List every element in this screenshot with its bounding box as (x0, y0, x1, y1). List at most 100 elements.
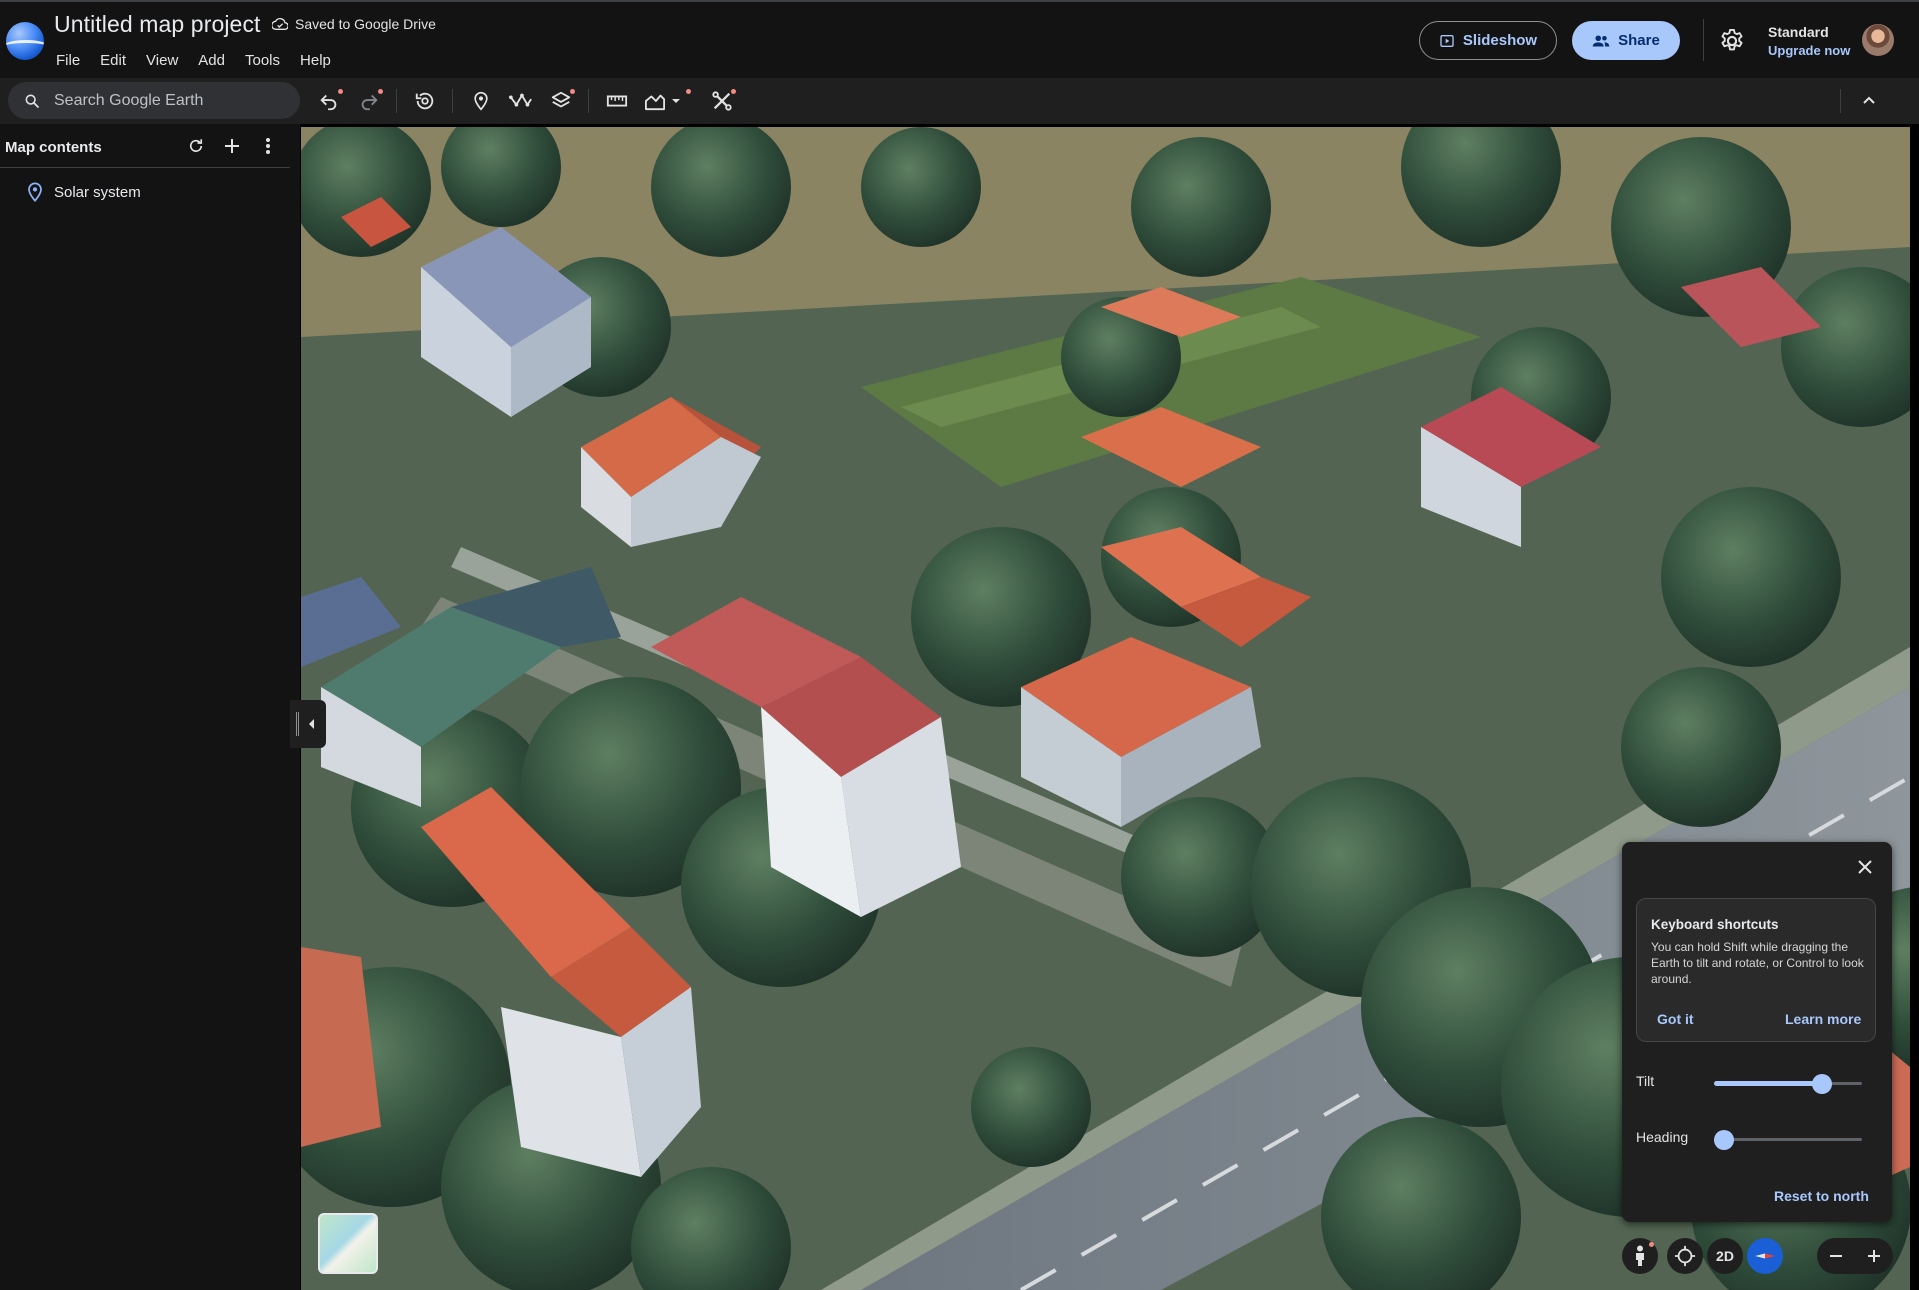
undo-button[interactable] (314, 86, 344, 116)
toolbar-separator (588, 89, 589, 113)
tilt-slider[interactable] (1714, 1074, 1862, 1094)
menu-bar: File Edit View Add Tools Help (46, 51, 341, 71)
menu-view[interactable]: View (136, 51, 188, 71)
tip-title: Keyboard shortcuts (1651, 917, 1779, 932)
panel-title: Map contents (5, 139, 102, 156)
slideshow-button[interactable]: Slideshow (1419, 21, 1557, 60)
zoom-in-icon (1868, 1250, 1880, 1262)
slider-thumb[interactable] (1812, 1074, 1833, 1094)
plan-info: Standard Upgrade now (1768, 24, 1850, 58)
elevation-button[interactable] (644, 86, 691, 116)
tilt-label: Tilt (1636, 1073, 1655, 1089)
map-controls: 2D (1622, 1232, 1893, 1280)
menu-add[interactable]: Add (188, 51, 235, 71)
notification-dot (338, 89, 343, 94)
panel-header: Map contents (0, 124, 290, 168)
reset-to-north-button[interactable]: Reset to north (1774, 1188, 1869, 1204)
slider-thumb[interactable] (1714, 1130, 1734, 1150)
toolbar-separator (452, 89, 453, 113)
layer-item-solar-system[interactable]: Solar system (0, 176, 290, 208)
my-location-icon (1674, 1245, 1696, 1267)
plan-name: Standard (1768, 24, 1829, 40)
custom-tools-icon (712, 91, 732, 111)
measure-button[interactable] (602, 86, 632, 116)
search-box[interactable] (8, 82, 300, 119)
add-path-button[interactable] (506, 86, 536, 116)
save-status: Saved to Google Drive (272, 16, 436, 32)
more-options-button[interactable] (256, 134, 280, 158)
refresh-button[interactable] (184, 134, 208, 158)
undo-icon (320, 94, 337, 111)
pegman-button[interactable] (1622, 1238, 1658, 1274)
close-icon (1858, 860, 1872, 874)
chevron-left-icon (308, 719, 314, 729)
gear-icon (1721, 28, 1743, 51)
add-placemark-icon (474, 91, 488, 111)
notification-dot (378, 89, 383, 94)
menu-help[interactable]: Help (290, 51, 341, 71)
notification-dot (686, 89, 691, 94)
learn-more-link[interactable]: Learn more (1785, 1011, 1861, 1027)
zoom-controls (1817, 1238, 1893, 1274)
settings-button[interactable] (1718, 27, 1746, 55)
drag-grip-icon (295, 712, 299, 736)
navigation-popup: Keyboard shortcuts You can hold Shift wh… (1622, 842, 1892, 1222)
map-style-icon (551, 91, 571, 108)
close-popup-button[interactable] (1854, 856, 1876, 878)
got-it-button[interactable]: Got it (1657, 1011, 1694, 1027)
more-vert-icon (266, 138, 270, 154)
slider-track (1714, 1138, 1862, 1141)
minimap-toggle[interactable] (318, 1213, 378, 1274)
tip-body: You can hold Shift while dragging the Ea… (1651, 940, 1864, 986)
zoom-out-button[interactable] (1817, 1238, 1855, 1274)
project-title[interactable]: Untitled map project (54, 11, 261, 38)
history-button[interactable] (410, 86, 440, 116)
search-input[interactable] (54, 91, 274, 110)
pegman-icon (1636, 1245, 1644, 1266)
toolbar-separator (396, 89, 397, 113)
history-icon (415, 92, 434, 110)
heading-slider[interactable] (1714, 1130, 1862, 1150)
notification-dot (1649, 1242, 1654, 1247)
2d-toggle[interactable]: 2D (1707, 1238, 1743, 1274)
add-path-icon (509, 93, 532, 107)
menu-edit[interactable]: Edit (90, 51, 136, 71)
add-placemark-button[interactable] (466, 86, 496, 116)
keyboard-shortcuts-tip: Keyboard shortcuts You can hold Shift wh… (1636, 898, 1876, 1042)
slideshow-icon (1440, 34, 1454, 47)
header-divider (1703, 19, 1704, 61)
notification-dot (731, 89, 736, 94)
compass-button[interactable] (1747, 1238, 1783, 1274)
google-earth-logo[interactable] (6, 22, 44, 60)
avatar[interactable] (1862, 24, 1894, 56)
chevron-up-icon (1863, 96, 1875, 104)
zoom-out-icon (1830, 1255, 1842, 1257)
cloud-done-icon (272, 17, 288, 30)
redo-button[interactable] (354, 86, 384, 116)
menu-file[interactable]: File (46, 51, 90, 71)
save-status-text: Saved to Google Drive (295, 16, 436, 32)
zoom-in-button[interactable] (1855, 1238, 1893, 1274)
measure-icon (606, 95, 628, 107)
share-label: Share (1618, 32, 1660, 49)
search-icon (25, 94, 39, 108)
custom-tools-button[interactable] (707, 86, 737, 116)
layer-label: Solar system (54, 183, 141, 201)
chevron-down-icon (672, 99, 680, 103)
compass-icon (1755, 1253, 1775, 1259)
my-location-button[interactable] (1667, 1238, 1703, 1274)
placemark-icon (28, 182, 42, 202)
collapse-panel-handle[interactable] (290, 700, 326, 748)
menu-tools[interactable]: Tools (235, 51, 290, 71)
add-layer-button[interactable] (220, 134, 244, 158)
map-style-button[interactable] (546, 86, 576, 116)
slider-fill (1714, 1081, 1823, 1086)
toolbar-separator (1840, 89, 1841, 113)
heading-label: Heading (1636, 1129, 1689, 1145)
upgrade-link[interactable]: Upgrade now (1768, 43, 1850, 58)
collapse-toolbar-button[interactable] (1854, 86, 1884, 116)
share-button[interactable]: Share (1572, 21, 1680, 60)
app-header: Untitled map project Saved to Google Dri… (0, 0, 1919, 78)
people-icon (1592, 34, 1610, 47)
slideshow-label: Slideshow (1462, 32, 1538, 49)
